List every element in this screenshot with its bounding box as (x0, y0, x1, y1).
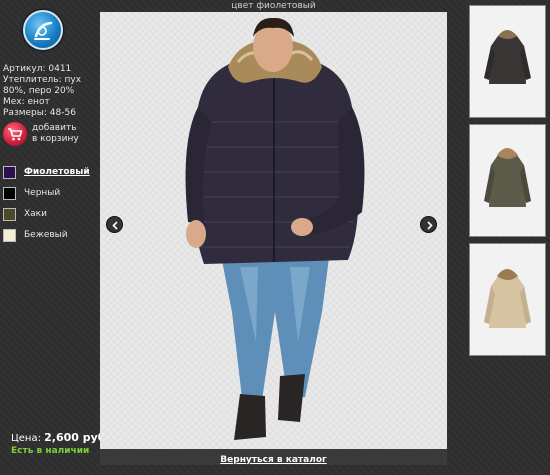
spec-fur: Мех: енот (3, 97, 50, 107)
product-image-viewer (100, 12, 447, 449)
thumbnail-beige-jacket[interactable] (469, 243, 546, 356)
jacket-khaki-thumbnail-icon (484, 148, 531, 207)
thumbnail-dark-jacket[interactable] (469, 5, 546, 118)
logo-icon[interactable] (23, 10, 63, 50)
product-info-panel: Артикул: 0411 Утеплитель: пух 80%, перо … (0, 0, 110, 475)
viewer-title: цвет фиолетовый (231, 1, 316, 11)
availability-status: Есть в наличии (11, 446, 90, 456)
color-option-beige[interactable]: Бежевый (3, 228, 99, 244)
color-swatch (3, 166, 16, 179)
back-to-catalog-link[interactable]: Вернуться в каталог (220, 455, 326, 465)
cart-icon (3, 122, 27, 146)
spec-article: Артикул: 0411 (3, 64, 72, 74)
thumbnail-khaki-jacket[interactable] (469, 124, 546, 237)
color-option-purple[interactable]: Фиолетовый (3, 165, 99, 181)
color-swatch (3, 187, 16, 200)
product-photo (185, 17, 365, 440)
add-to-cart-button[interactable]: добавить в корзину (3, 122, 99, 148)
chevron-left-icon (112, 221, 118, 230)
next-image-button[interactable] (420, 216, 437, 233)
cart-label: добавить в корзину (32, 123, 79, 144)
color-option-black[interactable]: Черный (3, 186, 99, 202)
color-option-khaki[interactable]: Хаки (3, 207, 99, 223)
color-swatch (3, 208, 16, 221)
prev-image-button[interactable] (106, 216, 123, 233)
spec-insulation: Утеплитель: пух (3, 75, 82, 85)
price-label: Цена: (11, 433, 41, 444)
spec-insulation-cont: 80%, перо 20% (3, 86, 75, 96)
product-specs: Артикул: 0411 Утеплитель: пух 80%, перо … (3, 64, 99, 119)
back-bar: Вернуться в каталог (100, 449, 447, 465)
price: Цена: 2,600 руб. (11, 431, 110, 444)
spec-sizes: Размеры: 48-56 (3, 108, 76, 118)
chevron-right-icon (427, 221, 433, 230)
jacket-beige-thumbnail-icon (484, 269, 531, 328)
color-swatch (3, 229, 16, 242)
jacket-dark-thumbnail-icon (484, 30, 531, 84)
